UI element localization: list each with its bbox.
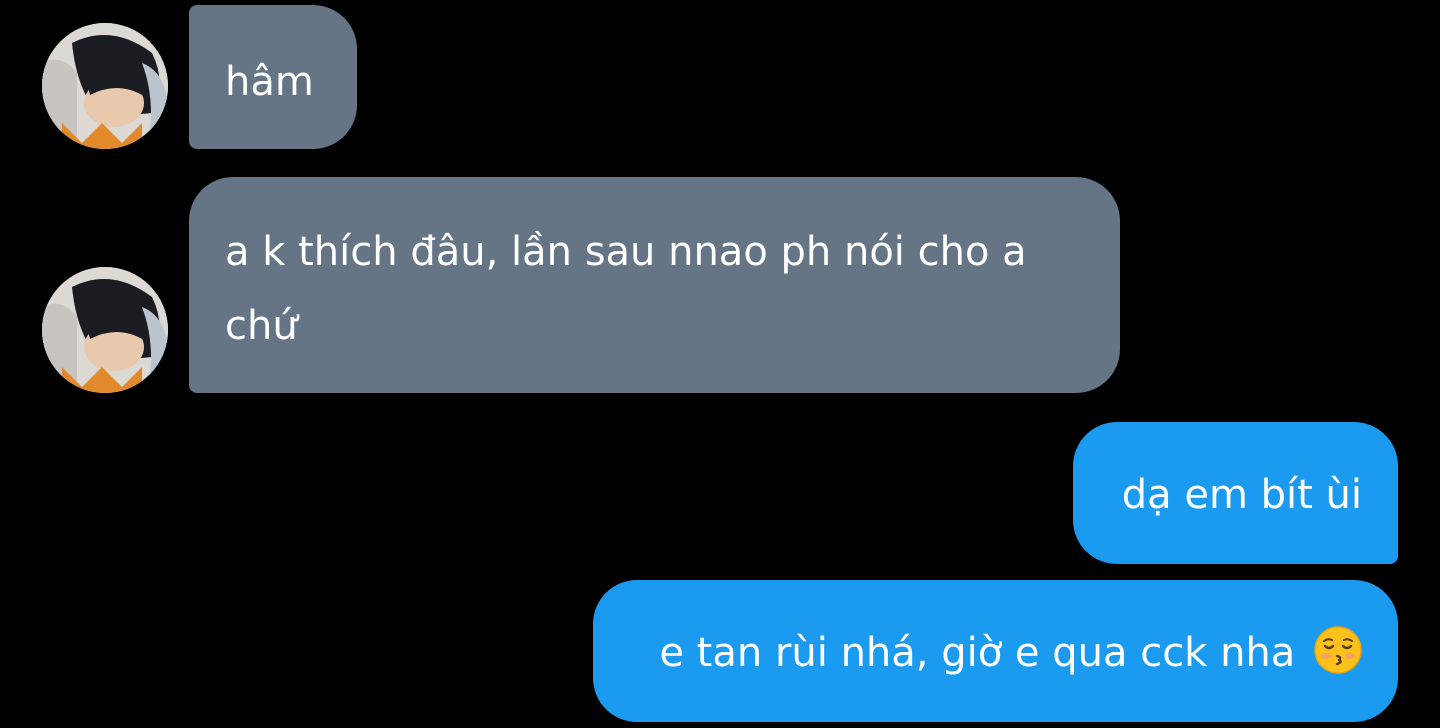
contact-avatar[interactable]	[42, 267, 168, 393]
contact-avatar[interactable]	[42, 23, 168, 149]
message-bubble-outgoing[interactable]: dạ em bít ùi	[1073, 422, 1398, 564]
kissing-face-with-closed-eyes-icon	[1314, 624, 1362, 674]
message-text: a k thích đâu, lần sau nnao ph nói cho a…	[225, 229, 1027, 349]
message-bubble-incoming[interactable]: a k thích đâu, lần sau nnao ph nói cho a…	[189, 177, 1120, 393]
chat-thread: hâm a k thích đâu, lần sau nnao ph nói c…	[0, 0, 1440, 728]
message-text: e tan rùi nhá, giờ e qua cck nha	[659, 630, 1296, 676]
message-bubble-outgoing[interactable]: e tan rùi nhá, giờ e qua cck nha	[593, 580, 1398, 722]
message-text: dạ em bít ùi	[1121, 472, 1362, 518]
message-text: hâm	[225, 59, 314, 105]
message-bubble-incoming[interactable]: hâm	[189, 5, 357, 149]
